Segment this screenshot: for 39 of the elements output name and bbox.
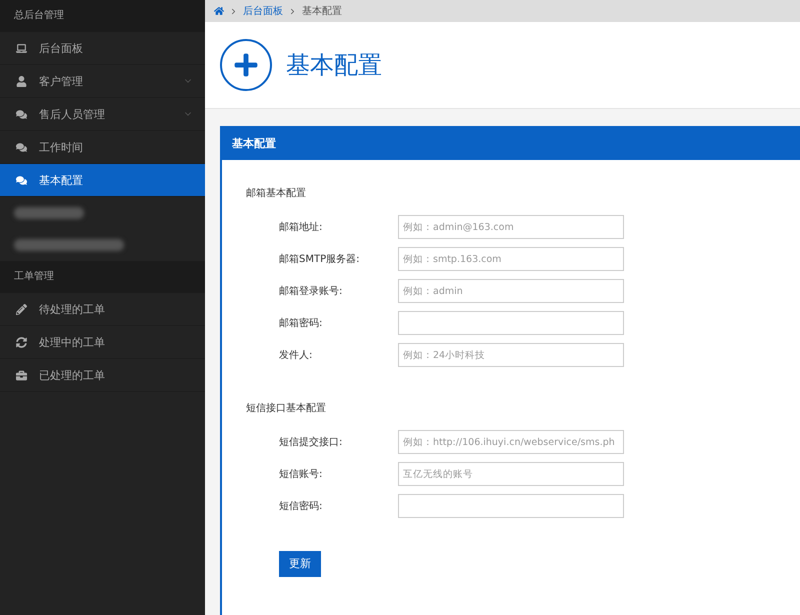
input-field[interactable]: 互亿无线的账号 <box>398 462 624 486</box>
field-label: 邮箱密码: <box>279 316 324 330</box>
field-label: 短信账号: <box>279 468 324 481</box>
home-icon[interactable] <box>214 6 224 16</box>
chat-icon <box>16 174 27 186</box>
field-label: 发件人: <box>279 349 314 362</box>
input-field[interactable] <box>398 311 624 335</box>
field-label: 短信密码: <box>279 500 324 513</box>
breadcrumb-current: 基本配置 <box>302 4 342 18</box>
input-field[interactable] <box>398 494 624 518</box>
chat-icon <box>16 142 27 152</box>
input-field[interactable]: 例如：admin@163.com <box>398 215 624 239</box>
pencil-icon <box>16 304 27 314</box>
user-icon <box>16 76 27 86</box>
section-title: 工单管理 <box>0 261 205 293</box>
page-title: 基本配置 <box>286 50 382 81</box>
briefcase-icon <box>16 370 27 380</box>
input-field[interactable]: 例如：admin <box>398 279 624 303</box>
field-label: 邮箱地址: <box>279 220 324 234</box>
chat-icon <box>16 108 27 120</box>
group-title: 短信接口基本配置 <box>246 402 327 415</box>
input-field[interactable]: 例如：smtp.163.com <box>398 247 624 271</box>
plus-icon <box>220 39 272 91</box>
blurred-item <box>14 207 84 219</box>
chevron-icon <box>288 6 297 16</box>
sidebar-item[interactable]: 基本配置 <box>0 164 205 197</box>
breadcrumb-link[interactable]: 后台面板 <box>243 4 283 18</box>
field-label: 短信提交接口: <box>279 436 344 449</box>
input-field[interactable]: 例如：http://106.ihuyi.cn/webservice/sms.ph <box>398 430 624 454</box>
input-field[interactable]: 例如：24小时科技 <box>398 343 624 367</box>
field-label: 邮箱登录账号: <box>279 284 344 298</box>
panel-header: 基本配置 <box>222 126 800 160</box>
field-label: 邮箱SMTP服务器: <box>279 252 360 266</box>
chevron-icon <box>229 6 238 16</box>
refresh-icon <box>16 336 27 348</box>
group-title: 邮箱基本配置 <box>246 186 307 200</box>
laptop-icon <box>16 42 27 54</box>
update-button[interactable]: 更新 <box>279 550 321 576</box>
section-title: 总后台管理 <box>0 0 205 32</box>
